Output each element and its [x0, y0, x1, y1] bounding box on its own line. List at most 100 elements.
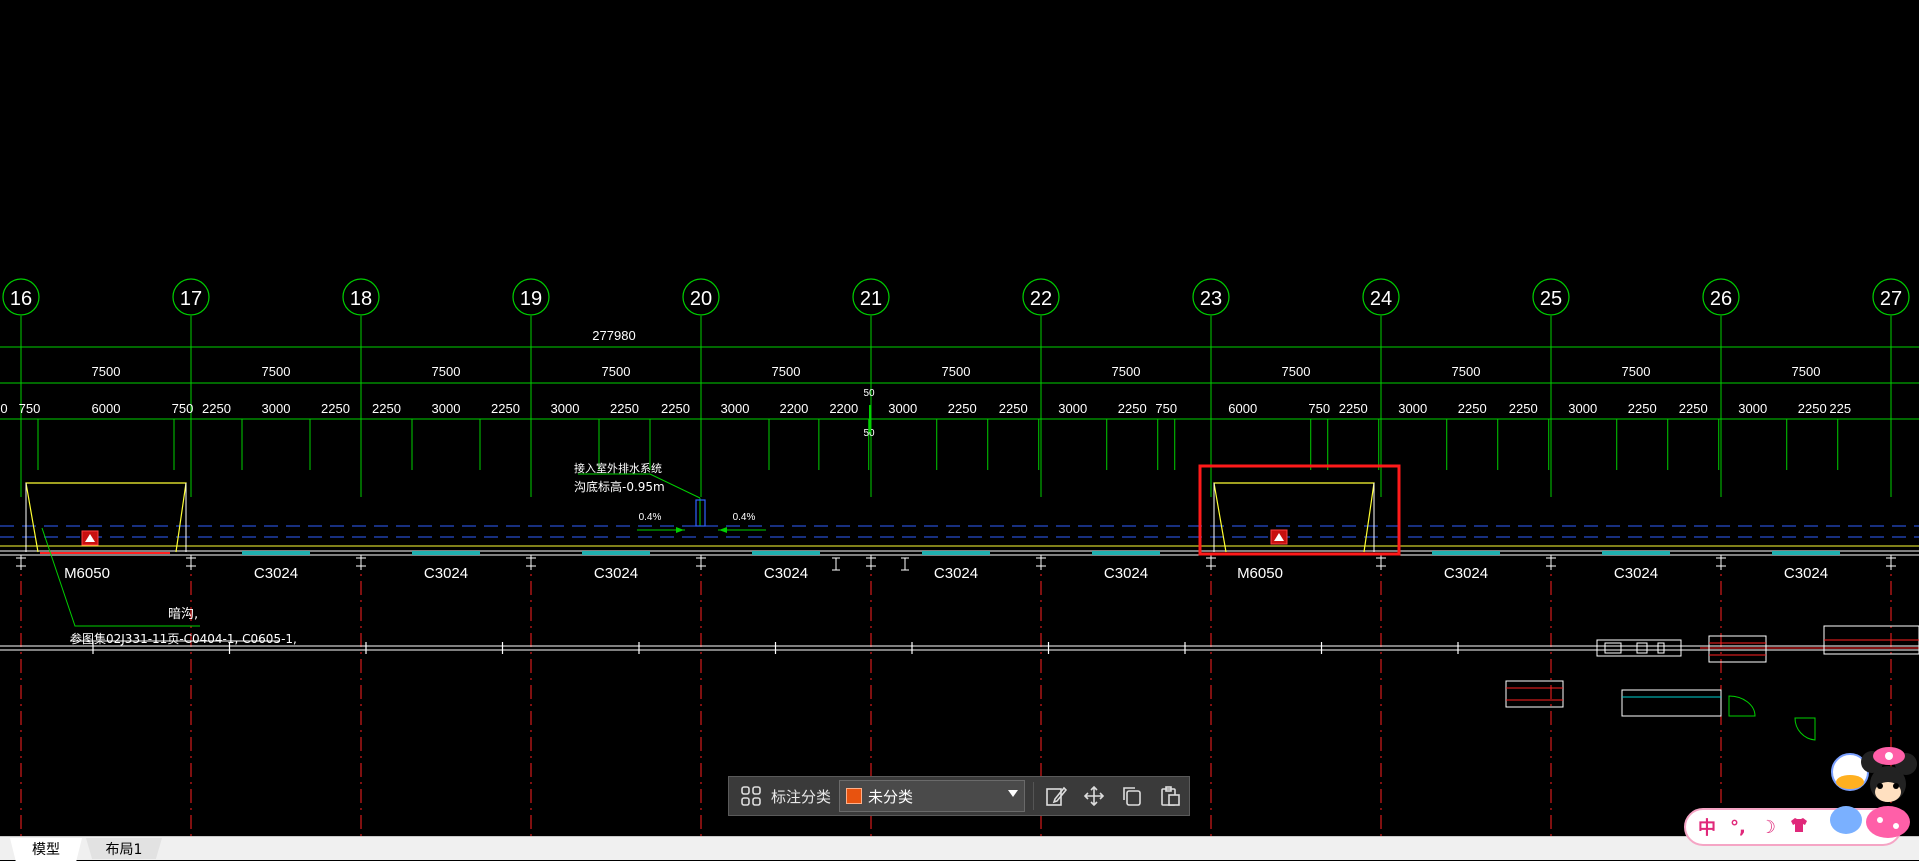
center-dim-top: 50	[863, 388, 875, 399]
bay-dimension: 7500	[262, 364, 291, 379]
classify-dropdown[interactable]: 未分类	[839, 780, 1026, 812]
axis-label: 20	[690, 288, 712, 310]
sub-dimension: 3000	[432, 401, 461, 416]
sub-dimension: 2200	[829, 401, 858, 416]
sub-dimension: 2250	[661, 401, 690, 416]
axis-label: 17	[180, 288, 202, 310]
trench-note-line1: 暗沟,	[168, 607, 198, 622]
sub-dimension: 3000	[262, 401, 291, 416]
bay-dimension: 7500	[772, 364, 801, 379]
grid-select-icon[interactable]	[735, 780, 767, 812]
sub-dimension: 225	[1829, 401, 1851, 416]
wall-opening-label: C3024	[1104, 565, 1148, 582]
sub-dimension: 2250	[1628, 401, 1657, 416]
sub-dimension: 2250	[372, 401, 401, 416]
toolbar-divider	[1033, 782, 1035, 810]
axis-label: 16	[10, 288, 32, 310]
classify-value: 未分类	[868, 787, 914, 806]
bay-dimension: 7500	[1282, 364, 1311, 379]
window-mark	[922, 551, 990, 555]
wall-opening-label: C3024	[1614, 565, 1658, 582]
paste-icon[interactable]	[1154, 780, 1186, 812]
trench-note-leader	[41, 527, 280, 642]
window-mark	[1092, 551, 1160, 555]
tab-layout1-label: 布局1	[105, 841, 143, 858]
axis-label: 22	[1030, 288, 1052, 310]
sub-dimension: 3000	[888, 401, 917, 416]
copy-icon[interactable]	[1116, 780, 1148, 812]
total-dimension: 277980	[592, 328, 635, 343]
door-m6050-left	[25, 482, 187, 554]
sub-dimension: 2250	[321, 401, 350, 416]
wall-lines	[0, 525, 1919, 556]
tab-model[interactable]: 模型	[10, 838, 82, 861]
window-mark	[582, 551, 650, 555]
wall-opening-label: C3024	[934, 565, 978, 582]
mascot-decoration-icon	[1830, 747, 1917, 838]
selection-highlight-box[interactable]	[1198, 464, 1401, 556]
sub-dimension: 0	[0, 401, 7, 416]
tab-layout1[interactable]: 布局1	[86, 838, 162, 859]
sub-dimension: 750	[172, 401, 194, 416]
sub-dimension: 2250	[1798, 401, 1827, 416]
trench-note-line2: 参图集02J331-11页-C0404-1, C0605-1,	[70, 631, 297, 646]
axis-bubbles: 16 17 18 19 20 21 22 23 24 25 26 27	[2, 278, 1910, 316]
axis-label: 19	[520, 288, 542, 310]
bay-dimension: 7500	[432, 364, 461, 379]
slope-label-right: 0.4%	[733, 512, 756, 523]
bay-dimension: 7500	[1112, 364, 1141, 379]
axis-label: 26	[1710, 288, 1732, 310]
slope-label-left: 0.4%	[639, 512, 662, 523]
pipe-lines	[0, 645, 1919, 651]
sub-dimension: 3000	[721, 401, 750, 416]
axis-label: 25	[1540, 288, 1562, 310]
sub-dimension: 2250	[202, 401, 231, 416]
sub-dimension: 2250	[1458, 401, 1487, 416]
classify-label: 标注分类	[771, 787, 832, 806]
bay-dimension: 7500	[602, 364, 631, 379]
window-mark	[752, 551, 820, 555]
edit-annotation-icon[interactable]	[1040, 780, 1072, 812]
window-mark	[242, 551, 310, 555]
window-marks	[242, 551, 1840, 555]
sub-dimension: 6000	[92, 401, 121, 416]
move-icon[interactable]	[1078, 780, 1110, 812]
axis-label: 21	[860, 288, 882, 310]
skin-icon[interactable]	[1790, 817, 1808, 838]
sub-dimension: 750	[1155, 401, 1177, 416]
sub-dimension: 750	[19, 401, 41, 416]
window-mark	[1432, 551, 1500, 555]
window-mark	[1602, 551, 1670, 555]
sub-dimension: 6000	[1228, 401, 1257, 416]
bay-dimension: 7500	[942, 364, 971, 379]
drain-note-line1: 接入室外排水系统	[574, 461, 662, 475]
wall-opening-labels: M6050 C3024 C3024 C3024 C3024 C3024 C3024 M6050…	[64, 565, 1828, 582]
cad-drawing-canvas[interactable]: 16 17 18 19 20 21 22 23 24 25 26 27 277980 7500 7500…	[0, 0, 1919, 860]
layout-tab-bar: 模型 布局1	[0, 836, 1919, 861]
bay-dimension: 7500	[1622, 364, 1651, 379]
moon-icon[interactable]: ☽	[1760, 817, 1776, 838]
sub-dimension: 2250	[1118, 401, 1147, 416]
ime-mode-toggle[interactable]: 中	[1698, 814, 1716, 840]
classify-color-swatch	[846, 788, 863, 804]
sub-dimension-ticks	[20, 419, 1839, 470]
wall-opening-label: M6050	[64, 565, 110, 582]
wall-opening-label: M6050	[1237, 565, 1283, 582]
bay-dimension: 7500	[92, 364, 121, 379]
wall-opening-label: C3024	[594, 565, 638, 582]
axis-label: 24	[1370, 288, 1392, 310]
sub-dimension: 3000	[1398, 401, 1427, 416]
sub-dimension-texts: 0 750 6000 750 2250 3000 2250 2250 3000 2250 3000 2…	[0, 401, 1851, 416]
axis-label: 18	[350, 288, 372, 310]
sub-dimension: 2250	[1509, 401, 1538, 416]
door-m6050-right	[1213, 482, 1375, 553]
sub-dimension: 2250	[999, 401, 1028, 416]
pipe-tick-marks	[92, 642, 1459, 654]
axis-label: 27	[1880, 288, 1902, 310]
window-mark	[412, 551, 480, 555]
ime-punctuation-toggle[interactable]: °,	[1730, 817, 1746, 838]
axis-label: 23	[1200, 288, 1222, 310]
tab-model-label: 模型	[32, 841, 60, 858]
annotation-toolbar: 标注分类 未分类	[728, 776, 1190, 816]
sub-dimension: 2250	[1339, 401, 1368, 416]
